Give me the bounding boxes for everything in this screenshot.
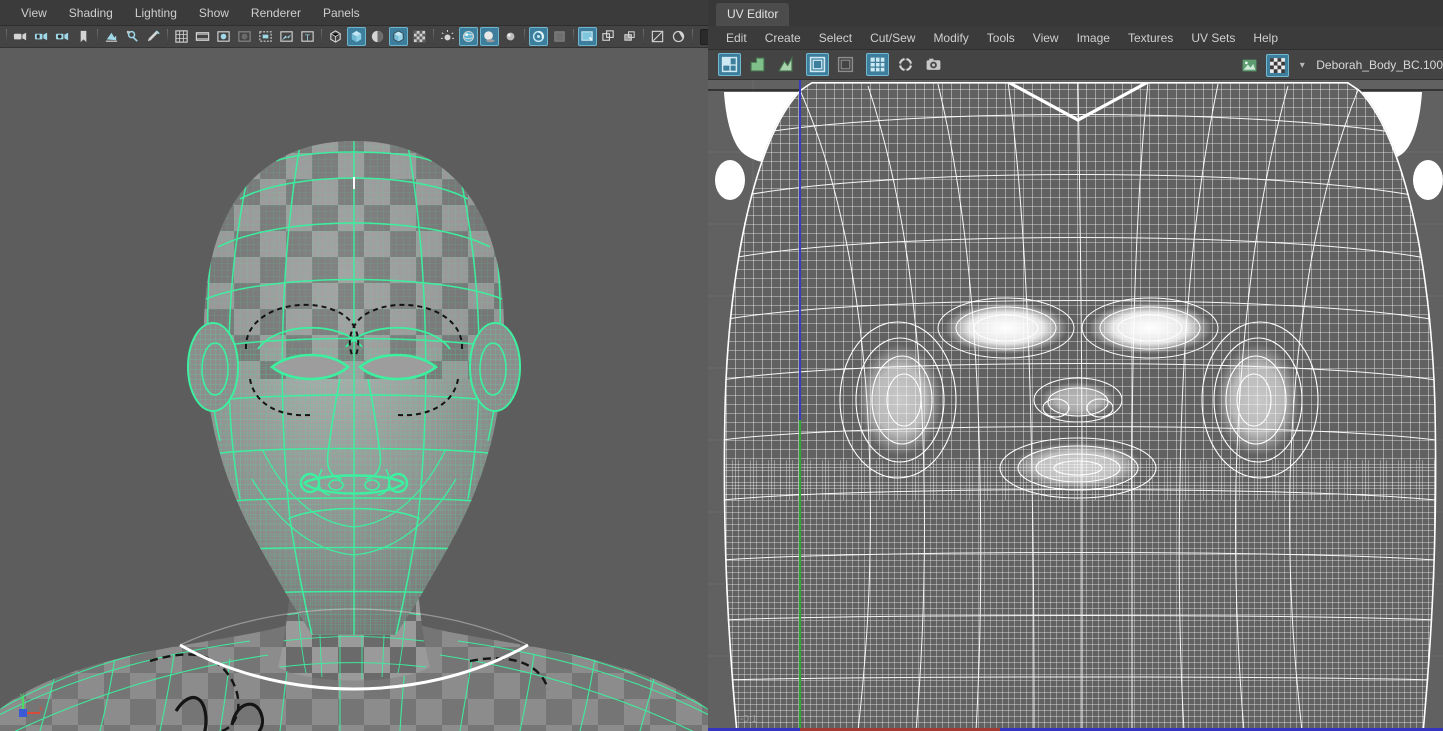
- toolbar-separator: [318, 28, 325, 46]
- grid-icon[interactable]: [172, 27, 191, 46]
- head-model-wireframe: [0, 49, 708, 731]
- gate-mask-icon[interactable]: [235, 27, 254, 46]
- wireframe-shading-icon[interactable]: [326, 27, 345, 46]
- image-plane-icon[interactable]: [102, 27, 121, 46]
- toolbar-separator: [521, 28, 528, 46]
- viewport-menu-bar: ViewShadingLightingShowRendererPanels: [0, 0, 708, 26]
- exposure-icon[interactable]: [648, 27, 667, 46]
- uv-menu-modify[interactable]: Modify: [924, 26, 977, 50]
- uv-menu-view[interactable]: View: [1024, 26, 1068, 50]
- viewport-menu-show[interactable]: Show: [188, 0, 240, 26]
- uv-menu-help[interactable]: Help: [1244, 26, 1287, 50]
- maya-application-window: ViewShadingLightingShowRendererPanels T0…: [0, 0, 1443, 731]
- perspective-viewport-panel: ViewShadingLightingShowRendererPanels T 0…: [0, 0, 708, 731]
- bookmark-icon[interactable]: [74, 27, 93, 46]
- toolbar-separator: [164, 28, 171, 46]
- safe-title-icon[interactable]: T: [298, 27, 317, 46]
- gamma-value-field[interactable]: 0.00: [700, 29, 708, 45]
- uv-grid-toggle-icon[interactable]: [866, 53, 889, 76]
- toolbar-separator: [94, 28, 101, 46]
- uv-axis-u-zero-lower: [799, 420, 801, 731]
- svg-text:y: y: [20, 693, 24, 700]
- toolbar-separator: [570, 28, 577, 46]
- field-chart-icon[interactable]: [277, 27, 296, 46]
- viewport-menu-view[interactable]: View: [10, 0, 58, 26]
- uv-toggle-shells-icon[interactable]: [718, 53, 741, 76]
- uv-menu-uv-sets[interactable]: UV Sets: [1182, 26, 1244, 50]
- uv-axis-label-bottom: -0.1: [740, 714, 757, 725]
- shadows-icon[interactable]: [480, 27, 499, 46]
- uv-menu-textures[interactable]: Textures: [1119, 26, 1182, 50]
- viewport-menu-shading[interactable]: Shading: [58, 0, 124, 26]
- grease-pencil-icon[interactable]: [144, 27, 163, 46]
- shaded-wireframe-icon[interactable]: [389, 27, 408, 46]
- gamma-icon[interactable]: [669, 27, 688, 46]
- uv-menu-select[interactable]: Select: [810, 26, 861, 50]
- uv-editor-menu-bar: EditCreateSelectCut/SewModifyToolsViewIm…: [708, 26, 1443, 50]
- xray-joints-icon[interactable]: [599, 27, 618, 46]
- film-gate-icon[interactable]: [193, 27, 212, 46]
- toolbar-separator: [430, 28, 437, 46]
- uv-shell-wireframe: [708, 80, 1443, 731]
- xray-mode-icon[interactable]: [578, 27, 597, 46]
- viewport-menu-lighting[interactable]: Lighting: [124, 0, 188, 26]
- motion-blur-icon[interactable]: [529, 27, 548, 46]
- two-d-pan-zoom-icon[interactable]: [123, 27, 142, 46]
- viewport-menu-renderer[interactable]: Renderer: [240, 0, 312, 26]
- uv-menu-create[interactable]: Create: [756, 26, 810, 50]
- uv-texture-image-icon[interactable]: [1238, 54, 1261, 77]
- viewport-3d-canvas[interactable]: x y: [0, 49, 708, 731]
- viewport-toolbar: T 0.00: [0, 26, 708, 48]
- tab-uv-editor[interactable]: UV Editor: [716, 3, 789, 26]
- uv-display-isolate-b-icon[interactable]: [774, 53, 797, 76]
- uv-axis-u-zero-upper: [799, 80, 801, 420]
- uv-menu-tools[interactable]: Tools: [978, 26, 1024, 50]
- uv-dim-image-icon[interactable]: [834, 53, 857, 76]
- multisample-icon[interactable]: [550, 27, 569, 46]
- view-axis-gizmo: x y: [14, 693, 48, 723]
- resolution-gate-icon[interactable]: [214, 27, 233, 46]
- uv-editor-tab-row: UV Editor: [708, 0, 1443, 26]
- use-default-lighting-icon[interactable]: [438, 27, 457, 46]
- toolbar-separator: [689, 28, 696, 46]
- camera-attributes-icon[interactable]: [53, 27, 72, 46]
- uv-toolbar-right-group: ▾ Deborah_Body_BC.100: [1238, 50, 1443, 80]
- bounding-box-icon[interactable]: [410, 27, 429, 46]
- uv-texture-name-label: Deborah_Body_BC.100: [1316, 58, 1443, 72]
- uv-pixel-snap-icon[interactable]: [894, 53, 917, 76]
- uv-menu-image[interactable]: Image: [1068, 26, 1119, 50]
- uv-menu-edit[interactable]: Edit: [717, 26, 756, 50]
- select-camera-icon[interactable]: [11, 27, 30, 46]
- uv-snapshot-icon[interactable]: [922, 53, 945, 76]
- viewport-menu-panels[interactable]: Panels: [312, 0, 371, 26]
- svg-text:T: T: [305, 32, 310, 42]
- chevron-down-icon[interactable]: ▾: [1294, 54, 1310, 76]
- uv-display-isolate-icon[interactable]: [746, 53, 769, 76]
- flat-shade-icon[interactable]: [368, 27, 387, 46]
- lock-camera-icon[interactable]: [32, 27, 51, 46]
- xray-active-icon[interactable]: [620, 27, 639, 46]
- uv-editor-toolbar: ▾ Deborah_Body_BC.100: [708, 50, 1443, 80]
- toolbar-separator: [640, 28, 647, 46]
- uv-menu-cut-sew[interactable]: Cut/Sew: [861, 26, 924, 50]
- svg-text:x: x: [39, 704, 43, 713]
- use-all-lights-icon[interactable]: [459, 27, 478, 46]
- screen-space-ao-icon[interactable]: [501, 27, 520, 46]
- uv-display-image-icon[interactable]: [806, 53, 829, 76]
- toolbar-separator: [3, 28, 10, 46]
- uv-editor-panel: UV Editor EditCreateSelectCut/SewModifyT…: [708, 0, 1443, 731]
- uv-checker-map-icon[interactable]: [1266, 54, 1289, 77]
- smooth-shade-all-icon[interactable]: [347, 27, 366, 46]
- uv-canvas[interactable]: -0.1: [708, 80, 1443, 731]
- film-origin-icon[interactable]: [256, 27, 275, 46]
